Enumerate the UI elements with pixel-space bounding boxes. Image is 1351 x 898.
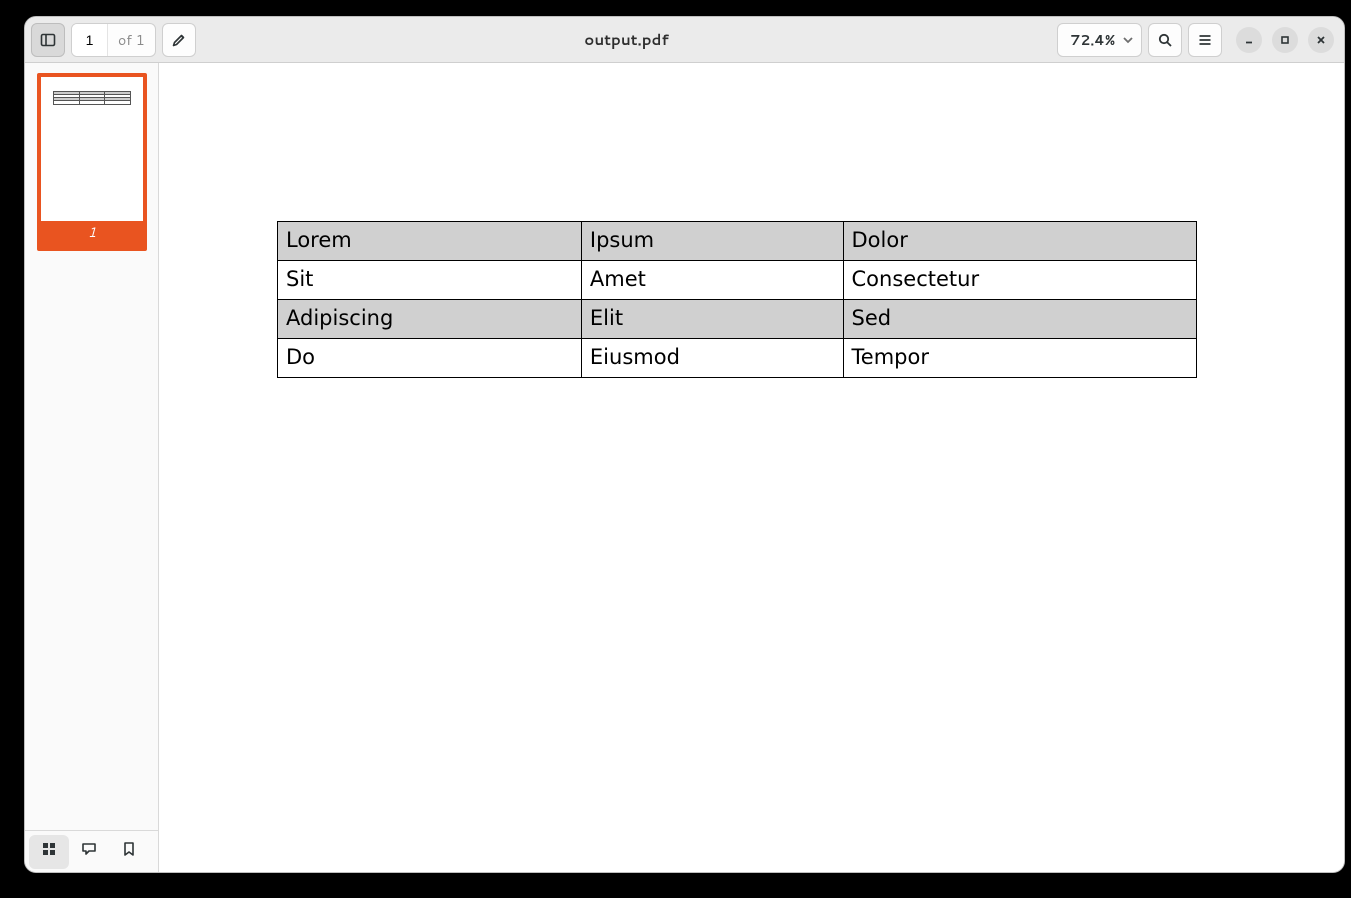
chevron-down-icon (1123, 30, 1133, 50)
toggle-sidebar-button[interactable] (31, 23, 65, 57)
bookmark-icon (121, 841, 137, 862)
search-icon (1157, 32, 1173, 48)
annotation-icon (81, 841, 97, 862)
maximize-button[interactable] (1272, 27, 1298, 53)
page-count-label: of 1 (108, 30, 155, 50)
headerbar-left: of 1 (31, 23, 196, 57)
table-cell: Eiusmod (581, 339, 843, 378)
window-title: output.pdf (202, 29, 1052, 50)
table-row: DoEiusmodTempor (278, 339, 1197, 378)
close-icon (1315, 34, 1327, 46)
sidebar-bottom-toolbar (25, 830, 158, 872)
table-row: AdipiscingElitSed (278, 300, 1197, 339)
sidebar-icon (40, 32, 56, 48)
table-cell: Lorem (278, 222, 582, 261)
table-cell: Adipiscing (278, 300, 582, 339)
hamburger-icon (1197, 32, 1213, 48)
table-row: SitAmetConsectetur (278, 261, 1197, 300)
table-cell: Do (278, 339, 582, 378)
page-number-input[interactable] (72, 24, 108, 56)
pencil-icon (171, 32, 187, 48)
table-cell: Sed (843, 300, 1196, 339)
page-thumbnail-label: 1 (41, 221, 143, 247)
close-button[interactable] (1308, 27, 1334, 53)
document-table: LoremIpsumDolorSitAmetConsecteturAdipisc… (277, 221, 1197, 378)
annotations-tab[interactable] (69, 835, 109, 869)
maximize-icon (1279, 34, 1291, 46)
pdf-page: LoremIpsumDolorSitAmetConsecteturAdipisc… (159, 221, 1344, 872)
page-thumbnail[interactable]: 1 (37, 73, 147, 251)
grid-icon (41, 841, 57, 862)
menu-button[interactable] (1188, 23, 1222, 57)
table-cell: Sit (278, 261, 582, 300)
table-row: LoremIpsumDolor (278, 222, 1197, 261)
search-button[interactable] (1148, 23, 1182, 57)
sidebar: 1 (25, 63, 159, 872)
table-cell: Elit (581, 300, 843, 339)
table-cell: Ipsum (581, 222, 843, 261)
body: 1 LoremIpsumDolorSitAmetConsecteturAdipi… (25, 63, 1344, 872)
page-thumbnail-image (41, 77, 143, 221)
zoom-dropdown[interactable]: 72.4% (1057, 23, 1142, 57)
minimize-icon (1243, 34, 1255, 46)
document-viewer[interactable]: LoremIpsumDolorSitAmetConsecteturAdipisc… (159, 63, 1344, 872)
annotate-button[interactable] (162, 23, 196, 57)
table-cell: Amet (581, 261, 843, 300)
minimize-button[interactable] (1236, 27, 1262, 53)
headerbar-right: 72.4% (1057, 23, 1338, 57)
thumbnail-pane[interactable]: 1 (25, 63, 158, 830)
window-controls (1236, 27, 1334, 53)
app-window: of 1 output.pdf 72.4% (24, 16, 1345, 873)
page-number-box: of 1 (71, 23, 156, 57)
bookmarks-tab[interactable] (109, 835, 149, 869)
table-cell: Tempor (843, 339, 1196, 378)
table-cell: Consectetur (843, 261, 1196, 300)
thumbnails-tab[interactable] (29, 835, 69, 869)
zoom-label: 72.4% (1070, 30, 1115, 50)
table-cell: Dolor (843, 222, 1196, 261)
headerbar: of 1 output.pdf 72.4% (25, 17, 1344, 63)
